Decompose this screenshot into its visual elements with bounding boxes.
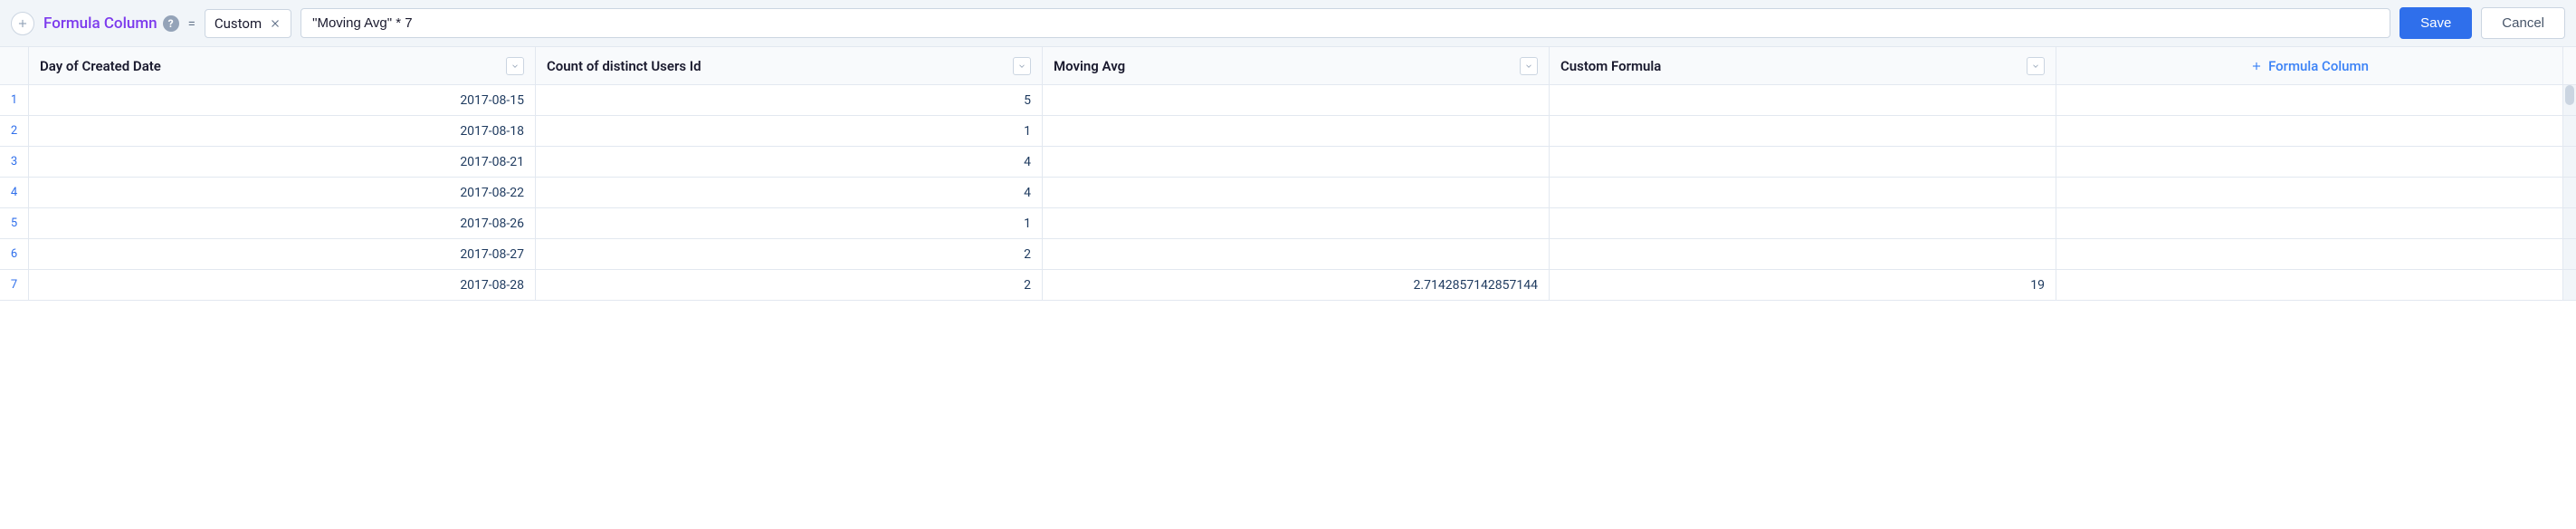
table-row: 42017-08-224	[0, 178, 2576, 208]
row-number: 4	[0, 178, 29, 207]
formula-expression-input[interactable]	[301, 8, 2390, 38]
table-cell[interactable]: 5	[536, 85, 1043, 115]
scrollbar-track	[2563, 239, 2576, 269]
table-cell-empty	[2056, 270, 2563, 300]
table-cell[interactable]	[1550, 85, 2056, 115]
table-cell[interactable]: 4	[536, 178, 1043, 207]
table-cell[interactable]	[1043, 178, 1550, 207]
row-number: 2	[0, 116, 29, 146]
scrollbar-thumb[interactable]	[2565, 85, 2574, 105]
equals-sign: =	[188, 15, 196, 32]
scrollbar-track	[2563, 116, 2576, 146]
column-menu-button[interactable]	[506, 57, 524, 75]
table-cell[interactable]: 2017-08-28	[29, 270, 536, 300]
formula-title: Formula Column ?	[43, 14, 179, 33]
table-row: 22017-08-181	[0, 116, 2576, 147]
column-header[interactable]: Count of distinct Users Id	[536, 47, 1043, 84]
column-header-label: Moving Avg	[1054, 58, 1514, 74]
table-cell[interactable]: 2	[536, 270, 1043, 300]
table-cell[interactable]	[1550, 178, 2056, 207]
table-cell-empty	[2056, 239, 2563, 269]
table-cell[interactable]: 2.7142857142857144	[1043, 270, 1550, 300]
row-number: 3	[0, 147, 29, 177]
row-number: 1	[0, 85, 29, 115]
table-cell[interactable]: 2017-08-26	[29, 208, 536, 238]
scrollbar-track	[2563, 208, 2576, 238]
table-cell-empty	[2056, 85, 2563, 115]
table-cell[interactable]	[1043, 208, 1550, 238]
column-header[interactable]: Moving Avg	[1043, 47, 1550, 84]
table-cell[interactable]: 1	[536, 208, 1043, 238]
formula-type-select[interactable]: Custom	[205, 9, 291, 38]
clear-type-icon[interactable]	[269, 17, 281, 30]
plus-icon	[2250, 60, 2263, 72]
table-cell-empty	[2056, 208, 2563, 238]
column-menu-button[interactable]	[1013, 57, 1031, 75]
data-grid: Day of Created Date Count of distinct Us…	[0, 47, 2576, 301]
scrollbar-track	[2563, 178, 2576, 207]
column-header[interactable]: Custom Formula	[1550, 47, 2056, 84]
table-cell[interactable]	[1043, 239, 1550, 269]
save-button[interactable]: Save	[2399, 7, 2472, 39]
row-number: 6	[0, 239, 29, 269]
add-formula-column-button[interactable]: Formula Column	[2056, 47, 2563, 84]
rownum-header	[0, 47, 29, 84]
column-menu-button[interactable]	[2027, 57, 2045, 75]
column-header-label: Custom Formula	[1560, 58, 2021, 74]
table-row: 12017-08-155	[0, 85, 2576, 116]
table-cell[interactable]: 1	[536, 116, 1043, 146]
table-cell-empty	[2056, 178, 2563, 207]
column-header-label: Count of distinct Users Id	[547, 58, 1007, 74]
help-icon[interactable]: ?	[163, 15, 179, 32]
table-cell[interactable]	[1043, 116, 1550, 146]
table-cell[interactable]	[1550, 116, 2056, 146]
table-cell-empty	[2056, 147, 2563, 177]
table-row: 52017-08-261	[0, 208, 2576, 239]
formula-type-label: Custom	[215, 15, 262, 32]
table-cell[interactable]: 2017-08-22	[29, 178, 536, 207]
scrollbar-track	[2563, 147, 2576, 177]
column-menu-button[interactable]	[1520, 57, 1538, 75]
scrollbar-header-spacer	[2563, 47, 2576, 84]
formula-title-text: Formula Column	[43, 14, 157, 33]
scrollbar-track[interactable]	[2563, 85, 2576, 115]
scrollbar-track	[2563, 270, 2576, 300]
table-cell[interactable]	[1550, 208, 2056, 238]
column-header[interactable]: Day of Created Date	[29, 47, 536, 84]
table-row: 62017-08-272	[0, 239, 2576, 270]
table-cell[interactable]: 2017-08-21	[29, 147, 536, 177]
table-cell[interactable]: 2017-08-18	[29, 116, 536, 146]
table-cell-empty	[2056, 116, 2563, 146]
row-number: 5	[0, 208, 29, 238]
table-cell[interactable]: 19	[1550, 270, 2056, 300]
table-row: 72017-08-2822.714285714285714419	[0, 270, 2576, 301]
cancel-button[interactable]: Cancel	[2481, 7, 2565, 39]
add-column-button[interactable]	[11, 12, 34, 35]
table-cell[interactable]: 2	[536, 239, 1043, 269]
add-formula-column-label: Formula Column	[2268, 58, 2369, 74]
table-cell[interactable]	[1550, 239, 2056, 269]
row-number: 7	[0, 270, 29, 300]
table-row: 32017-08-214	[0, 147, 2576, 178]
column-header-label: Day of Created Date	[40, 58, 501, 74]
table-cell[interactable]	[1550, 147, 2056, 177]
table-cell[interactable]: 2017-08-15	[29, 85, 536, 115]
grid-header-row: Day of Created Date Count of distinct Us…	[0, 47, 2576, 85]
table-cell[interactable]	[1043, 147, 1550, 177]
table-cell[interactable]: 4	[536, 147, 1043, 177]
table-cell[interactable]: 2017-08-27	[29, 239, 536, 269]
table-cell[interactable]	[1043, 85, 1550, 115]
formula-bar: Formula Column ? = Custom Save Cancel	[0, 0, 2576, 47]
